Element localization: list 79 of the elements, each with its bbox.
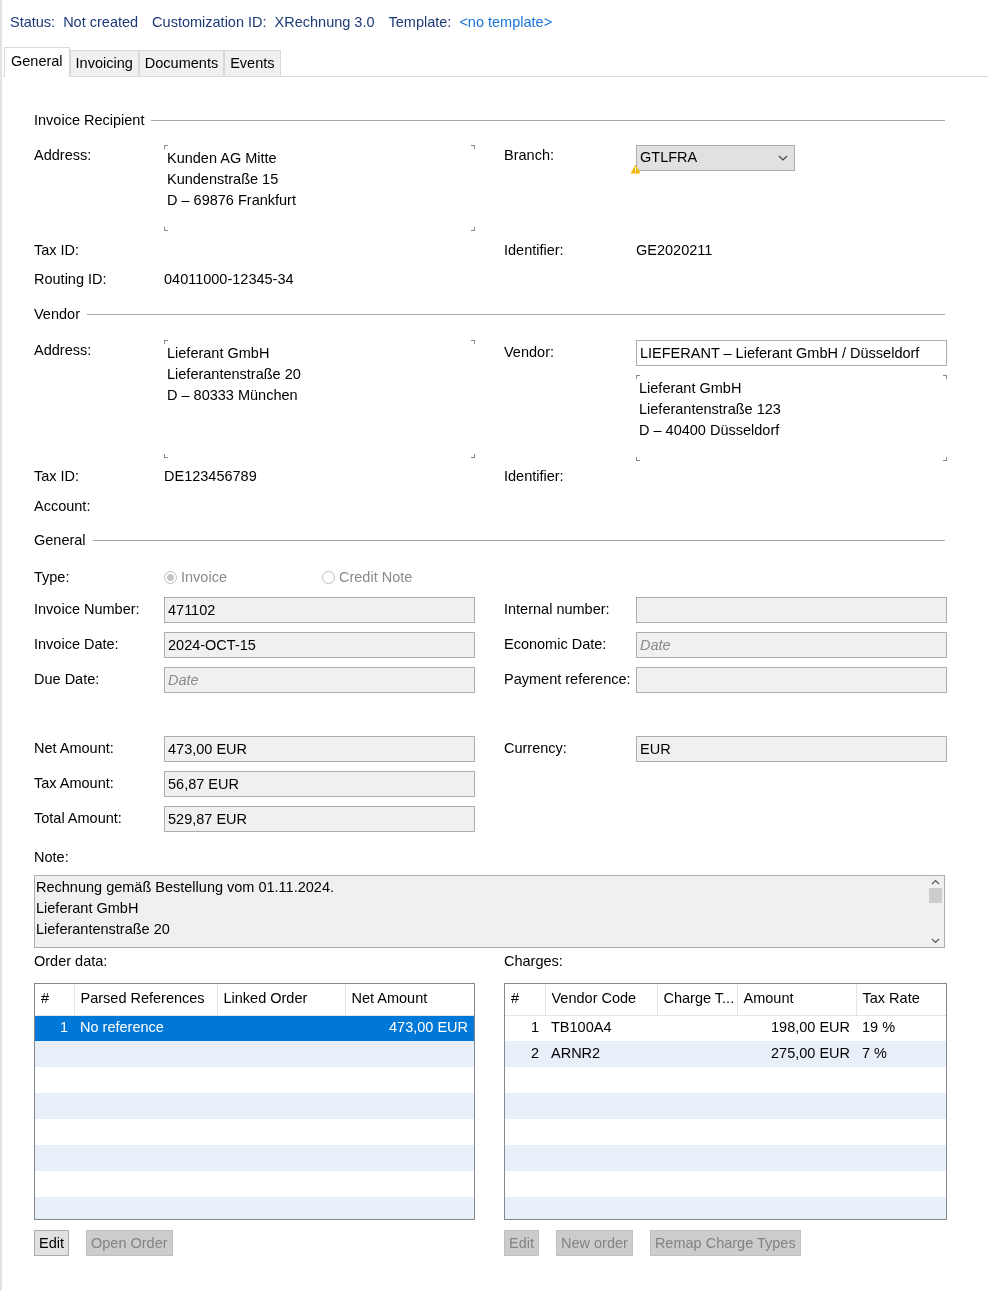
address-box: Lieferant GmbH Lieferantenstraße 20 D – 80333 München [164,339,475,458]
field-label: Tax Amount: [34,773,115,793]
table-cell: 275,00 EUR [737,1041,856,1067]
column-header[interactable]: # [505,984,545,1015]
field-label: Vendor: [504,342,555,362]
address-box: Lieferant GmbH Lieferantenstraße 123 D – 40400 Düsseldorf [636,374,947,461]
table-title: Charges: [504,952,564,972]
input-field[interactable]: 471102 [164,596,475,623]
field-label: Tax ID: [34,466,81,486]
status-label: Template: [388,13,452,32]
field-label: Address: [34,340,93,360]
column-header[interactable]: Amount [737,984,856,1015]
section-title: Vendor [34,304,80,324]
field-value: 04011000-12345-34 [164,270,295,289]
table-cell: TB100A4 [545,1015,657,1041]
table-cell: 473,00 EUR [345,1015,474,1041]
field-label: Payment reference: [504,669,632,689]
column-header[interactable]: Parsed References [74,984,217,1015]
section-title: General [34,531,86,550]
field-label: Invoice Number: [34,599,141,619]
vendor-field[interactable]: LIEFERANT – Lieferant GmbH / Düsseldorf [636,339,947,366]
field-label: Total Amount: [34,808,123,828]
column-header[interactable]: Charge T... [657,984,737,1015]
status-value: Not created [63,13,139,32]
field-value: GE2020211 [636,241,714,261]
field-label: Internal number: [504,599,611,619]
field-label: Invoice Date: [34,634,120,654]
column-header[interactable]: Net Amount [345,984,474,1015]
chevron-down-icon [778,155,788,162]
section-title: Invoice Recipient [34,110,145,130]
table-cell: ARNR2 [545,1041,657,1067]
input-field[interactable]: EUR [636,735,947,762]
field-label: Identifier: [504,466,565,486]
table-cell: No reference [74,1015,217,1041]
note-textarea[interactable]: Rechnung gemäß Bestellung vom 01.11.2024. Lieferant GmbH Lieferantenstraße 20 [34,875,945,949]
action-button[interactable]: Edit [34,1230,69,1256]
field-label: Address: [34,146,93,166]
field-label: Net Amount: [34,738,115,758]
table-cell: 7 % [856,1041,946,1067]
field-label: Account: [34,497,92,517]
field-label: Economic Date: [504,634,608,654]
tab[interactable]: Documents [138,49,225,76]
field-label: Currency: [504,738,568,758]
tab[interactable]: General [4,46,70,77]
table-cell: 1 [505,1015,545,1041]
scrollbar-thumb[interactable] [929,888,942,904]
address-box: Kunden AG Mitte Kundenstraße 15 D – 69876 Frankfurt [164,145,475,232]
column-header[interactable]: Tax Rate [856,984,946,1015]
input-field[interactable]: 2024-OCT-15 [164,631,475,658]
input-field[interactable] [636,596,947,623]
status-label: Customization ID: [152,13,267,32]
status-label: Status: [10,13,56,32]
table-cell: 1 [35,1015,74,1041]
table-cell: 2 [505,1041,545,1067]
input-field[interactable]: 56,87 EUR [164,770,475,797]
column-header[interactable]: # [35,984,74,1015]
table-title: Order data: [34,952,109,972]
table-cell: 19 % [856,1015,946,1041]
field-label: Tax ID: [34,241,81,261]
table-cell: 198,00 EUR [737,1015,856,1041]
field-label: Routing ID: [34,270,108,289]
column-header[interactable]: Vendor Code [545,984,657,1015]
field-label: Note: [34,847,70,867]
template-link[interactable]: <no template> [459,12,553,34]
field-label: Identifier: [504,241,565,261]
input-field[interactable] [636,666,947,693]
field-label: Branch: [504,146,555,166]
field-label: Due Date: [34,669,101,689]
input-field[interactable]: 529,87 EUR [164,805,475,832]
scroll-down-icon[interactable] [931,938,940,945]
tab[interactable]: Invoicing [69,49,139,76]
input-field[interactable]: 473,00 EUR [164,735,475,762]
field-label: Type: [34,567,71,587]
branch-dropdown[interactable]: GTLFRA [636,145,795,172]
column-header[interactable]: Linked Order [217,984,345,1015]
status-value: XRechnung 3.0 [274,13,375,32]
scroll-up-icon[interactable] [931,879,940,886]
tab[interactable]: Events [224,49,281,76]
field-value: DE123456789 [164,466,258,486]
